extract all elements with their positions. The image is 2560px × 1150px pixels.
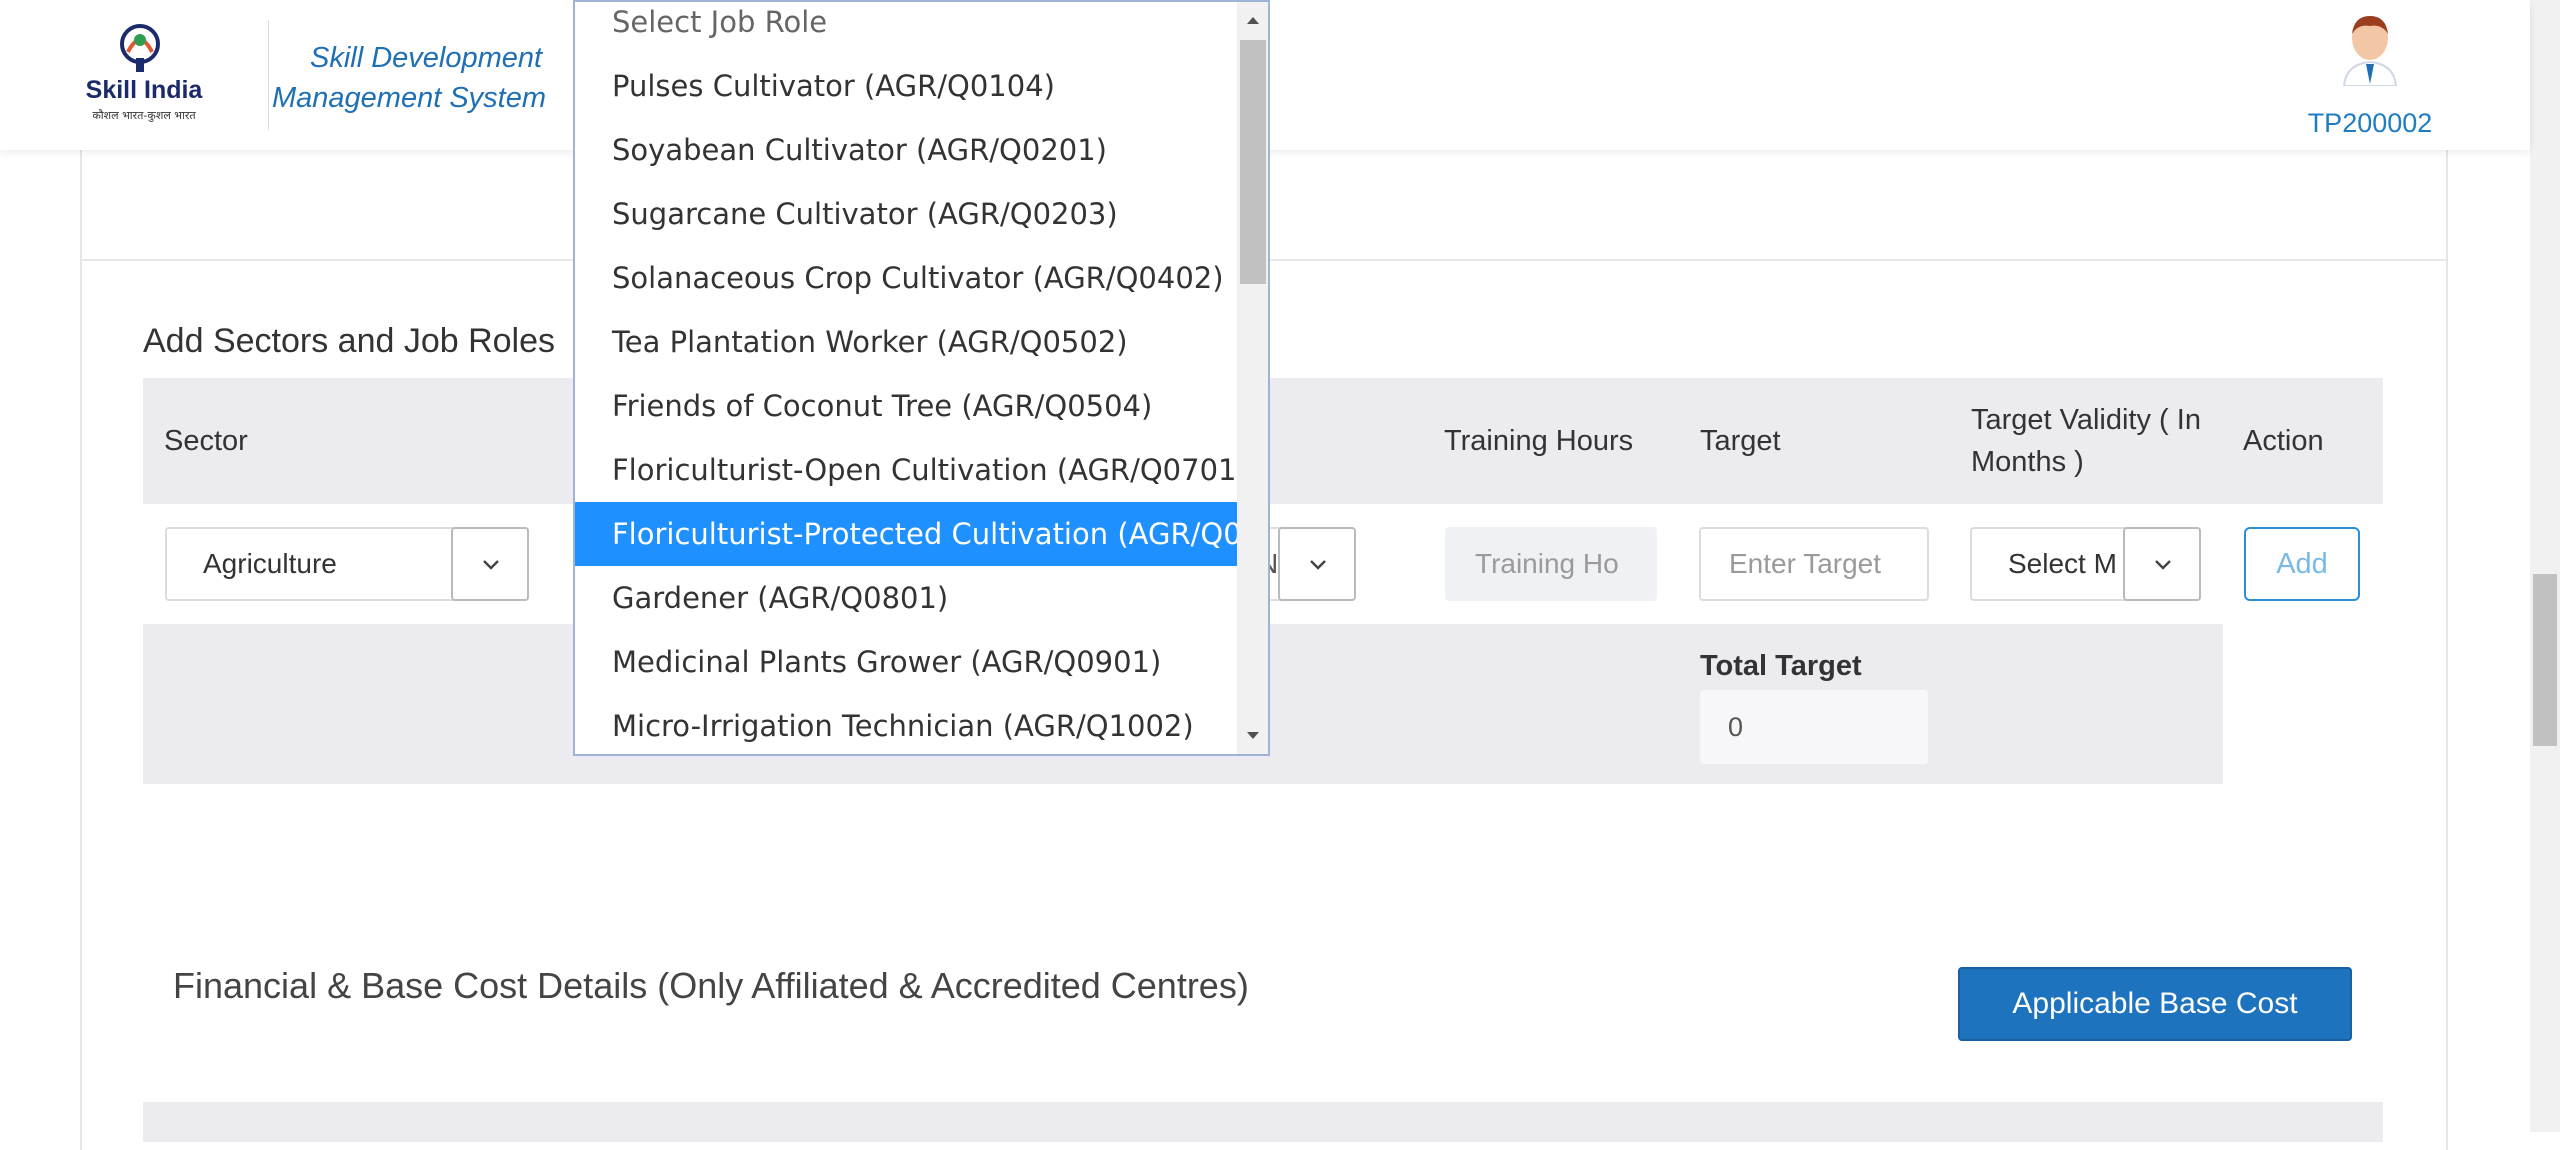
chevron-down-icon bbox=[2155, 560, 2171, 570]
column-sector: Sector bbox=[164, 425, 248, 457]
section-title: Add Sectors and Job Roles bbox=[143, 322, 556, 360]
sector-caret[interactable] bbox=[451, 527, 529, 601]
dropdown-option[interactable]: Floriculturist-Open Cultivation (AGR/Q07… bbox=[575, 438, 1248, 502]
add-button[interactable]: Add bbox=[2244, 527, 2360, 601]
sector-select[interactable]: Agriculture bbox=[165, 527, 529, 601]
dropdown-option[interactable]: Friends of Coconut Tree (AGR/Q0504) bbox=[575, 374, 1237, 438]
training-hours-field[interactable]: Training Ho bbox=[1445, 527, 1657, 601]
dropdown-option[interactable]: Micro-Irrigation Technician (AGR/Q1002) bbox=[575, 694, 1237, 754]
column-target-validity: Target Validity ( In Months ) bbox=[1971, 404, 2201, 478]
logo-tagline: कौशल भारत-कुशल भारत bbox=[92, 109, 196, 122]
total-target-value: 0 bbox=[1700, 690, 1928, 764]
dropdown-scrollbar[interactable] bbox=[1237, 2, 1268, 754]
target-validity-value: Select Mo bbox=[2008, 548, 2118, 579]
sector-select-value: Agriculture bbox=[203, 548, 337, 579]
financial-table-header bbox=[143, 1102, 2383, 1142]
dropdown-option[interactable]: Solanaceous Crop Cultivator (AGR/Q0402) bbox=[575, 246, 1237, 310]
scroll-up-arrow-icon[interactable] bbox=[1245, 14, 1261, 26]
applicable-base-cost-button[interactable]: Applicable Base Cost bbox=[1958, 967, 2352, 1041]
dropdown-option[interactable]: Medicinal Plants Grower (AGR/Q0901) bbox=[575, 630, 1237, 694]
skill-india-logo[interactable]: Skill India कौशल भारत-कुशल भारत bbox=[78, 22, 210, 130]
chevron-down-icon bbox=[483, 560, 499, 570]
user-id-label[interactable]: TP200002 bbox=[2300, 108, 2440, 139]
logo-brand-text: Skill India bbox=[85, 76, 203, 104]
target-validity-select[interactable]: Select Mo bbox=[1970, 527, 2201, 601]
header-divider bbox=[268, 20, 269, 130]
job-role-dropdown-list[interactable]: Select Job Role Pulses Cultivator (AGR/Q… bbox=[573, 0, 1270, 756]
target-placeholder: Enter Target bbox=[1729, 548, 1882, 579]
dropdown-option[interactable]: Sugarcane Cultivator (AGR/Q0203) bbox=[575, 182, 1237, 246]
column-action: Action bbox=[2243, 425, 2324, 457]
dropdown-option-selected[interactable]: Floriculturist-Protected Cultivation (AG… bbox=[575, 502, 1268, 566]
dropdown-scroll-thumb[interactable] bbox=[1240, 40, 1266, 284]
column-target: Target bbox=[1700, 425, 1781, 457]
target-field[interactable]: Enter Target bbox=[1699, 527, 1929, 601]
column-training-hours: Training Hours bbox=[1444, 425, 1634, 457]
dropdown-option[interactable]: Gardener (AGR/Q0801) bbox=[575, 566, 1237, 630]
dropdown-option[interactable]: Pulses Cultivator (AGR/Q0104) bbox=[575, 54, 1237, 118]
scroll-down-arrow-icon[interactable] bbox=[1245, 730, 1261, 742]
page-scrollbar[interactable] bbox=[2530, 0, 2560, 1132]
training-hours-placeholder: Training Ho bbox=[1475, 548, 1619, 579]
total-target-label: Total Target bbox=[1700, 650, 1862, 682]
financial-section-title: Financial & Base Cost Details (Only Affi… bbox=[173, 965, 1249, 1006]
dropdown-option[interactable]: Soyabean Cultivator (AGR/Q0201) bbox=[575, 118, 1237, 182]
dropdown-option[interactable]: Select Job Role bbox=[575, 2, 1237, 54]
skill-india-emblem-icon bbox=[120, 24, 160, 72]
nsqf-caret[interactable] bbox=[1278, 527, 1356, 601]
validity-caret[interactable] bbox=[2123, 527, 2201, 601]
page-scroll-thumb[interactable] bbox=[2533, 574, 2557, 746]
user-avatar-icon[interactable] bbox=[2338, 14, 2402, 86]
chevron-down-icon bbox=[1310, 560, 1326, 570]
app-title: Skill Development Management System bbox=[272, 42, 547, 114]
dropdown-option[interactable]: Tea Plantation Worker (AGR/Q0502) bbox=[575, 310, 1237, 374]
